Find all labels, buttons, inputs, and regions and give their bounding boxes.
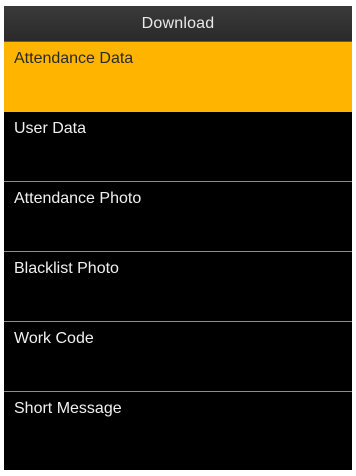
- menu-item-label: Attendance Photo: [14, 190, 142, 207]
- menu-item-work-code[interactable]: Work Code: [4, 322, 352, 392]
- download-menu: Attendance Data User Data Attendance Pho…: [4, 42, 352, 462]
- menu-item-label: Attendance Data: [14, 50, 134, 67]
- menu-item-label: Work Code: [14, 330, 94, 347]
- menu-item-label: Blacklist Photo: [14, 260, 119, 277]
- menu-item-short-message[interactable]: Short Message: [4, 392, 352, 462]
- page-title: Download: [141, 14, 215, 32]
- menu-item-attendance-data[interactable]: Attendance Data: [4, 42, 352, 112]
- menu-item-user-data[interactable]: User Data: [4, 112, 352, 182]
- device-screen: Download Attendance Data User Data Atten…: [4, 6, 352, 470]
- menu-item-blacklist-photo[interactable]: Blacklist Photo: [4, 252, 352, 322]
- menu-item-label: Short Message: [14, 400, 122, 417]
- menu-item-attendance-photo[interactable]: Attendance Photo: [4, 182, 352, 252]
- title-bar: Download: [4, 6, 352, 42]
- menu-item-label: User Data: [14, 120, 87, 137]
